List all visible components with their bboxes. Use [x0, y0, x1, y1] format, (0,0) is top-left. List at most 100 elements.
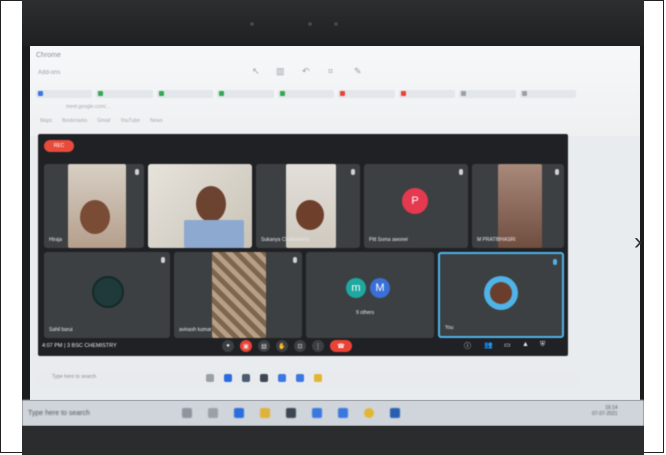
- bookmarks-bar: Maps Bookmarks Gmail YouTube News: [40, 118, 162, 124]
- mail-icon[interactable]: [312, 408, 322, 418]
- file-explorer-icon[interactable]: [260, 408, 270, 418]
- participant-tile[interactable]: Sahil barui: [44, 252, 170, 338]
- participant-tile[interactable]: Sukanya Chakraborty: [256, 164, 360, 248]
- task-view-icon[interactable]: [208, 408, 218, 418]
- participant-avatar: [92, 276, 124, 308]
- participant-name: 9 others: [356, 310, 375, 316]
- participant-name: Sahil barui: [49, 327, 73, 333]
- activities-icon[interactable]: ▲: [522, 341, 529, 348]
- delete-icon[interactable]: ▥: [276, 66, 285, 77]
- app-icon[interactable]: [390, 408, 400, 418]
- screen-taskbar: Type here to search: [38, 372, 578, 386]
- meeting-status: 4:07 PM | 3 BSC CHEMISTRY: [42, 343, 117, 349]
- taskbar-search[interactable]: Type here to search: [52, 374, 96, 380]
- present-button[interactable]: ⊡: [294, 340, 306, 352]
- tab-strip: [36, 90, 576, 100]
- store-icon[interactable]: [260, 374, 268, 382]
- participant-tile[interactable]: [148, 164, 252, 248]
- participant-tile[interactable]: avinash kumar: [174, 252, 302, 338]
- raise-hand-button[interactable]: ✋: [276, 340, 288, 352]
- participant-avatar: P: [402, 188, 428, 214]
- mic-off-icon: [161, 257, 165, 263]
- photo-of-laptop-screen: Chrome Add-ons ↖ ▥ ↶ ⌗ ✎ meet.google.com…: [22, 0, 644, 455]
- file-explorer-icon[interactable]: [242, 374, 250, 382]
- browser-tab[interactable]: [398, 90, 456, 98]
- edge-icon[interactable]: [224, 374, 232, 382]
- self-tile[interactable]: You: [438, 252, 564, 338]
- chevron-right-icon[interactable]: ›: [634, 228, 642, 256]
- app-icon[interactable]: [338, 408, 348, 418]
- browser-tab[interactable]: [156, 90, 214, 98]
- edge-icon[interactable]: [234, 408, 244, 418]
- task-view-icon[interactable]: [206, 374, 214, 382]
- laptop-taskbar: Type here to search 16:14 07-07-2021: [22, 400, 644, 426]
- participant-avatar: m: [346, 278, 366, 298]
- participant-clothing: [184, 220, 244, 248]
- end-call-button[interactable]: ☎: [330, 340, 352, 352]
- bookmark-item[interactable]: Maps: [40, 118, 52, 124]
- participant-video: [212, 252, 266, 338]
- mic-button[interactable]: ●: [222, 340, 234, 352]
- self-photo: [490, 282, 512, 304]
- clock-date: 07-07-2021: [592, 411, 618, 417]
- participant-name: You: [445, 325, 454, 331]
- browser-tab[interactable]: [36, 90, 93, 98]
- participant-name: M PRATIBHASRI: [477, 237, 516, 243]
- mic-on-icon: [553, 259, 557, 265]
- browser-tab[interactable]: [217, 90, 274, 98]
- browser-title: Chrome: [36, 52, 61, 59]
- cursor-icon[interactable]: ↖: [252, 66, 260, 77]
- bookmark-item[interactable]: News: [150, 118, 163, 124]
- browser-tab[interactable]: [519, 90, 576, 98]
- participant-tile[interactable]: m M 9 others: [306, 252, 434, 338]
- undo-icon[interactable]: ↶: [302, 66, 310, 77]
- laptop-body: [22, 426, 644, 455]
- bookmark-item[interactable]: Bookmarks: [62, 118, 87, 124]
- address-bar[interactable]: meet.google.com/...: [66, 104, 110, 110]
- chrome-icon[interactable]: [314, 374, 322, 382]
- bookmark-item[interactable]: YouTube: [120, 118, 140, 124]
- bezel-dot: [250, 22, 254, 26]
- browser-tab[interactable]: [277, 90, 335, 98]
- participant-name: avinash kumar: [179, 327, 212, 333]
- mic-off-icon: [135, 169, 139, 175]
- chrome-icon[interactable]: [364, 408, 374, 418]
- crop-icon[interactable]: ⌗: [328, 66, 333, 77]
- search-icon[interactable]: [182, 408, 192, 418]
- laptop-taskbar-search[interactable]: Type here to search: [28, 410, 90, 417]
- browser-menu[interactable]: Add-ons: [38, 70, 60, 76]
- people-icon[interactable]: 👥: [484, 341, 493, 349]
- pen-icon[interactable]: ✎: [354, 66, 362, 77]
- recording-badge: REC: [44, 140, 74, 152]
- info-icon[interactable]: ⓘ: [464, 341, 471, 351]
- participant-face: [296, 200, 324, 230]
- participant-video: [498, 164, 542, 248]
- captions-button[interactable]: ▤: [258, 340, 270, 352]
- store-icon[interactable]: [286, 408, 296, 418]
- mic-off-icon: [293, 257, 297, 263]
- mic-off-icon: [459, 169, 463, 175]
- browser-tab[interactable]: [459, 90, 516, 98]
- camera-off-button[interactable]: ▣: [240, 340, 252, 352]
- browser-tab[interactable]: [338, 90, 395, 98]
- bezel-dot: [334, 22, 338, 26]
- participant-avatar: M: [370, 278, 390, 298]
- chat-icon[interactable]: ▭: [504, 341, 511, 349]
- participant-tile[interactable]: P Pitt Soma awonei: [364, 164, 468, 248]
- more-options-button[interactable]: ⋮: [312, 340, 324, 352]
- participant-face: [80, 200, 110, 234]
- mail-icon[interactable]: [278, 374, 286, 382]
- participant-tile[interactable]: Hiraja: [44, 164, 144, 248]
- browser-tab[interactable]: [96, 90, 153, 98]
- app-icon[interactable]: [296, 374, 304, 382]
- bookmark-item[interactable]: Gmail: [97, 118, 110, 124]
- mic-off-icon: [351, 169, 355, 175]
- browser-chrome: Chrome Add-ons ↖ ▥ ↶ ⌗ ✎ meet.google.com…: [30, 46, 640, 136]
- lock-icon[interactable]: ⛨: [540, 341, 545, 349]
- meet-controls-bar: 4:07 PM | 3 BSC CHEMISTRY ● ▣ ▤ ✋ ⊡ ⋮ ☎ …: [38, 340, 568, 356]
- participant-tile[interactable]: M PRATIBHASRI: [472, 164, 564, 248]
- participant-name: Sukanya Chakraborty: [261, 237, 310, 243]
- laptop-bezel: [22, 0, 644, 46]
- system-clock: 16:14 07-07-2021: [592, 405, 618, 417]
- meet-window: REC Hiraja Sukanya Chakraborty P Pitt So…: [38, 134, 568, 356]
